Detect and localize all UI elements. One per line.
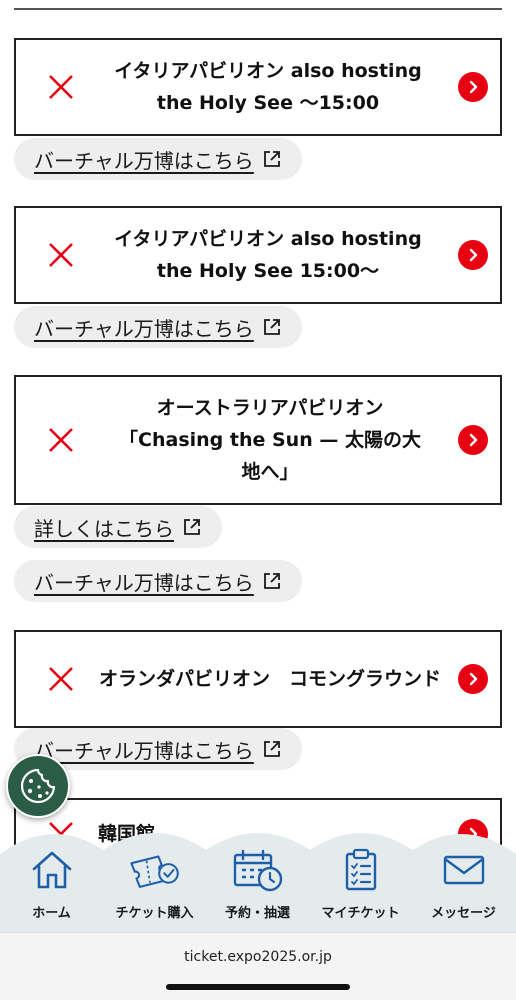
pavilion-card[interactable]: イタリアパビリオン also hosting the Holy See 〜15:… bbox=[14, 38, 502, 136]
close-icon bbox=[49, 428, 73, 452]
pavilion-title: イタリアパビリオン also hosting the Holy See 〜15:… bbox=[114, 60, 422, 114]
nav-ticket-purchase[interactable]: チケット購入 bbox=[103, 846, 206, 926]
close-icon bbox=[49, 75, 73, 99]
virtual-expo-link[interactable]: バーチャル万博はこちら bbox=[14, 306, 302, 348]
bottom-navigation: ホーム チケット購入 予約・抽選 マイチケット メッセージ bbox=[0, 820, 516, 932]
pavilion-title: オランダパビリオン コモングラウンド bbox=[98, 668, 441, 690]
link-label: バーチャル万博はこちら bbox=[34, 570, 254, 595]
external-link-icon bbox=[263, 151, 280, 167]
close-icon bbox=[49, 667, 73, 691]
link-label: バーチャル万博はこちら bbox=[34, 738, 254, 763]
ticket-icon bbox=[128, 846, 182, 894]
external-link-icon bbox=[263, 319, 280, 335]
external-link-icon bbox=[184, 519, 200, 535]
nav-home[interactable]: ホーム bbox=[0, 846, 103, 926]
details-link[interactable]: 詳しくはこちら bbox=[14, 506, 222, 548]
pavilion-card[interactable]: イタリアパビリオン also hosting the Holy See 15:0… bbox=[14, 206, 502, 304]
home-indicator[interactable] bbox=[166, 984, 350, 990]
calendar-icon bbox=[231, 846, 285, 894]
virtual-expo-link[interactable]: バーチャル万博はこちら bbox=[14, 138, 302, 180]
clipboard-icon bbox=[334, 846, 388, 894]
link-label: バーチャル万博はこちら bbox=[34, 316, 254, 341]
nav-label: ホーム bbox=[32, 906, 71, 921]
external-link-icon bbox=[263, 573, 280, 589]
pavilion-card[interactable]: オーストラリアパビリオン「Chasing the Sun — 太陽の大地へ」 bbox=[14, 375, 502, 505]
nav-label: 予約・抽選 bbox=[224, 906, 290, 921]
link-label: 詳しくはこちら bbox=[34, 516, 174, 541]
nav-label: チケット購入 bbox=[115, 906, 194, 921]
section-divider bbox=[14, 8, 502, 10]
virtual-expo-link[interactable]: バーチャル万博はこちら bbox=[14, 560, 302, 602]
pavilion-title: イタリアパビリオン also hosting the Holy See 15:0… bbox=[114, 228, 422, 282]
nav-label: メッセージ bbox=[431, 906, 496, 921]
chevron-right-icon[interactable] bbox=[458, 425, 488, 455]
pavilion-title: オーストラリアパビリオン「Chasing the Sun — 太陽の大地へ」 bbox=[119, 397, 421, 483]
cookie-settings-button[interactable] bbox=[6, 754, 70, 818]
external-link-icon bbox=[263, 741, 280, 757]
chevron-right-icon[interactable] bbox=[458, 664, 488, 694]
chevron-right-icon[interactable] bbox=[458, 240, 488, 270]
link-label: バーチャル万博はこちら bbox=[34, 148, 254, 173]
browser-url-bar[interactable]: ticket.expo2025.or.jp bbox=[0, 932, 516, 1000]
home-icon bbox=[25, 846, 79, 894]
close-icon bbox=[49, 243, 73, 267]
nav-my-ticket[interactable]: マイチケット bbox=[309, 846, 412, 926]
url-text: ticket.expo2025.or.jp bbox=[184, 949, 332, 965]
nav-reservation-lottery[interactable]: 予約・抽選 bbox=[206, 846, 309, 926]
chevron-right-icon[interactable] bbox=[458, 72, 488, 102]
cookie-icon bbox=[20, 768, 56, 804]
nav-message[interactable]: メッセージ bbox=[412, 846, 515, 926]
mail-icon bbox=[437, 846, 491, 894]
pavilion-card[interactable]: オランダパビリオン コモングラウンド bbox=[14, 630, 502, 728]
nav-label: マイチケット bbox=[321, 906, 400, 921]
